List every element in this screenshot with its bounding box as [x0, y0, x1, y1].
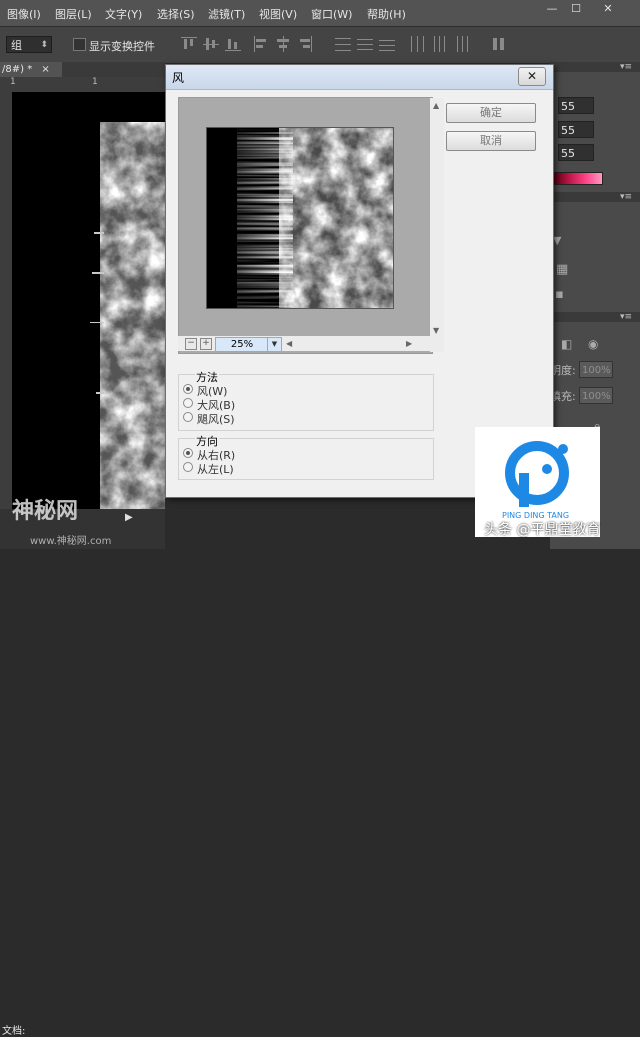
menu-view[interactable]: 视图(V) — [259, 6, 297, 22]
distribute-vcenter-icon[interactable] — [357, 36, 373, 52]
document-tab[interactable]: /8#) * × — [0, 62, 62, 77]
scroll-right-icon[interactable]: ▶ — [406, 339, 412, 348]
ruler-tick-label: 1 — [92, 77, 98, 87]
square-icon[interactable]: ▪ — [555, 287, 564, 302]
adjust-arrow-icon[interactable]: ▼ — [553, 234, 561, 247]
menu-image[interactable]: 图像(I) — [7, 6, 41, 22]
zoom-out-button[interactable]: − — [185, 338, 197, 350]
wind-effect-image — [207, 128, 393, 308]
watermark-left: 神秘网 — [12, 499, 79, 524]
grid-icon[interactable]: ▦ — [556, 262, 568, 277]
preview-vertical-scrollbar[interactable]: ▲ ▼ — [430, 98, 444, 352]
window-close-icon[interactable]: ✕ — [598, 2, 618, 16]
scroll-left-icon[interactable]: ◀ — [286, 339, 292, 348]
menu-filter[interactable]: 滤镜(T) — [208, 6, 245, 22]
method-option-label: 飓风(S) — [197, 413, 235, 426]
radio-icon — [183, 412, 193, 422]
filter-preview[interactable] — [178, 97, 433, 354]
layer-kind-icon[interactable]: ◧ — [561, 337, 572, 351]
watermark-caption: 头条 @平鼎堂教育 — [484, 522, 601, 538]
radio-selected-icon — [183, 448, 193, 458]
options-bar: 组 ⬍ 显示变换控件 — [0, 26, 640, 64]
zoom-in-button[interactable]: + — [200, 338, 212, 350]
align-hcenter-icon[interactable] — [275, 36, 291, 52]
horizontal-ruler: 1 1 — [0, 77, 165, 93]
align-right-icon[interactable] — [297, 36, 313, 52]
align-vcenter-icon[interactable] — [203, 36, 219, 52]
align-bottom-icon[interactable] — [225, 36, 241, 52]
updown-arrow-icon: ⬍ — [40, 40, 48, 50]
auto-select-value: 组 — [11, 39, 22, 52]
dialog-title: 风 — [172, 71, 185, 85]
direction-option-label: 从左(L) — [197, 463, 234, 476]
opacity-field[interactable]: 100% — [579, 361, 613, 378]
fill-field[interactable]: 100% — [579, 387, 613, 404]
panel-menu-icon[interactable]: ▾≡ — [620, 312, 632, 322]
radio-selected-icon — [183, 384, 193, 394]
watermark-left-url: www.神秘网.com — [30, 536, 112, 547]
cancel-button[interactable]: 取消 — [446, 131, 536, 151]
canvas-image — [12, 92, 165, 509]
menu-layer[interactable]: 图层(L) — [55, 6, 92, 22]
distribute-top-icon[interactable] — [335, 36, 351, 52]
distribute-right-icon[interactable] — [453, 36, 469, 52]
tab-close-icon[interactable]: × — [41, 64, 49, 75]
zoom-level-field[interactable]: 25% — [215, 337, 269, 352]
distribute-bottom-icon[interactable] — [379, 36, 395, 52]
scroll-up-icon[interactable]: ▲ — [433, 101, 439, 110]
align-top-icon[interactable] — [181, 36, 197, 52]
menu-bar: 图像(I) 图层(L) 文字(Y) 选择(S) 滤镜(T) 视图(V) 窗口(W… — [0, 0, 640, 26]
preview-image — [206, 127, 394, 309]
dialog-close-button[interactable]: ✕ — [518, 67, 546, 86]
scroll-down-icon[interactable]: ▼ — [433, 326, 439, 335]
status-arrow-icon[interactable]: ▶ — [125, 512, 133, 523]
minimize-icon[interactable]: — — [542, 2, 562, 16]
document-tab-bar: /8#) * × — [0, 62, 165, 77]
dialog-titlebar[interactable]: 风 ✕ — [166, 65, 553, 90]
document-tab-label: /8#) * — [2, 64, 33, 75]
menu-window[interactable]: 窗口(W) — [311, 6, 352, 22]
menu-type[interactable]: 文字(Y) — [105, 6, 142, 22]
color-value-field[interactable]: 55 — [558, 144, 594, 161]
radio-icon — [183, 462, 193, 472]
layer-filter-icon[interactable]: ◉ — [588, 337, 598, 351]
align-left-icon[interactable] — [253, 36, 269, 52]
color-value-field[interactable]: 55 — [558, 121, 594, 138]
zoom-dropdown-icon[interactable]: ▼ — [267, 337, 282, 352]
menu-select[interactable]: 选择(S) — [157, 6, 195, 22]
status-text: 文档: — [2, 1026, 26, 1037]
auto-align-icon[interactable] — [491, 36, 507, 52]
maximize-icon[interactable]: ☐ — [566, 2, 586, 16]
document-canvas[interactable] — [12, 92, 165, 509]
ruler-tick-label: 1 — [10, 77, 16, 87]
show-transform-label: 显示变换控件 — [89, 40, 155, 53]
show-transform-checkbox[interactable] — [73, 38, 86, 51]
distribute-left-icon[interactable] — [409, 36, 425, 52]
radio-icon — [183, 398, 193, 408]
ok-button[interactable]: 确定 — [446, 103, 536, 123]
auto-select-dropdown[interactable]: 组 ⬍ — [6, 36, 52, 53]
panel-menu-icon[interactable]: ▾≡ — [620, 62, 632, 72]
color-ramp[interactable] — [553, 172, 603, 185]
panel-menu-icon[interactable]: ▾≡ — [620, 192, 632, 202]
menu-help[interactable]: 帮助(H) — [367, 6, 406, 22]
color-value-field[interactable]: 55 — [558, 97, 594, 114]
distribute-hcenter-icon[interactable] — [431, 36, 447, 52]
